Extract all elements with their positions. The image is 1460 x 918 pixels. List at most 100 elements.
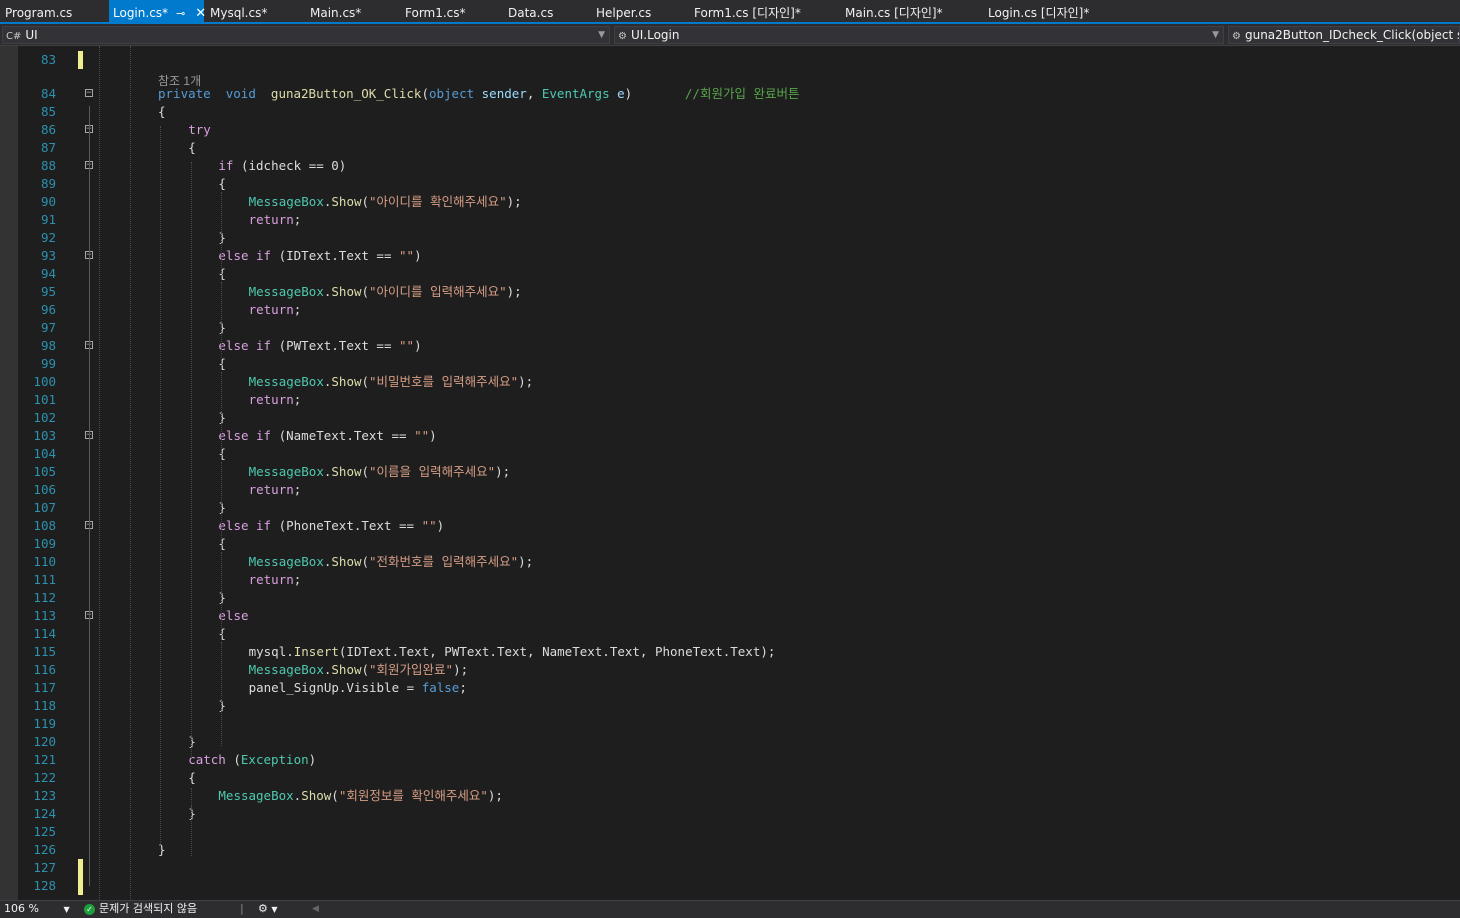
code-line[interactable]: 91 return; <box>0 211 1460 229</box>
line-number: 123 <box>33 788 56 803</box>
member-name: guna2Button_IDcheck_Click(object sender <box>1244 28 1459 42</box>
code-token: ( <box>361 554 370 569</box>
code-token: ) <box>414 338 422 353</box>
code-token: } <box>218 590 226 605</box>
code-line[interactable]: 106 return; <box>0 481 1460 499</box>
code-line[interactable]: 96 return; <box>0 301 1460 319</box>
tab-login-cs[interactable]: Login.cs [디자인]* <box>988 0 1089 22</box>
code-line[interactable]: 99 { <box>0 355 1460 373</box>
line-number: 124 <box>33 806 56 821</box>
tab-helper-cs[interactable]: Helper.cs <box>596 0 651 22</box>
code-line[interactable]: 102} <box>0 409 1460 427</box>
code-line[interactable]: 124} <box>0 805 1460 823</box>
code-line[interactable]: 95 MessageBox.Show("아이디를 입력해주세요"); <box>0 283 1460 301</box>
code-line[interactable]: 90 MessageBox.Show("아이디를 확인해주세요"); <box>0 193 1460 211</box>
code-line[interactable]: 103− else if (NameText.Text == "") <box>0 427 1460 445</box>
class-dropdown[interactable]: ⚙ UI.Login ▼ <box>614 26 1224 44</box>
code-line[interactable]: 118} <box>0 697 1460 715</box>
tab-mysql-cs[interactable]: Mysql.cs* <box>210 0 267 22</box>
code-line[interactable]: 120} <box>0 733 1460 751</box>
code-line[interactable]: 109 { <box>0 535 1460 553</box>
code-line[interactable]: 85 { <box>0 103 1460 121</box>
code-line[interactable]: 92} <box>0 229 1460 247</box>
code-text: MessageBox.Show("이름을 입력해주세요"); <box>249 463 511 481</box>
line-number: 105 <box>33 464 56 479</box>
scroll-left-icon[interactable]: ◀ <box>312 901 319 917</box>
code-line[interactable]: 86− try <box>0 121 1460 139</box>
code-line[interactable]: 117 panel_SignUp.Visible = false; <box>0 679 1460 697</box>
code-token: ; <box>293 392 302 407</box>
tab-form1-cs[interactable]: Form1.cs [디자인]* <box>694 0 801 22</box>
code-token: "이름을 입력해주세요" <box>369 464 496 479</box>
code-text: else if (NameText.Text == "") <box>218 427 436 445</box>
code-line[interactable]: 89 { <box>0 175 1460 193</box>
tab-login-cs[interactable]: Login.cs* ⊸ ✕ <box>109 0 206 22</box>
code-line[interactable]: 110 MessageBox.Show("전화번호를 입력해주세요"); <box>0 553 1460 571</box>
line-number: 121 <box>33 752 56 767</box>
collapse-region-icon[interactable]: − <box>85 89 93 98</box>
unsaved-change-marker <box>78 859 83 877</box>
code-token: else if <box>218 248 272 263</box>
code-token: ); <box>506 284 522 299</box>
code-line[interactable]: 97} <box>0 319 1460 337</box>
code-cleanup-button[interactable]: ⚙ ▼ <box>258 901 278 918</box>
code-text: { <box>218 175 226 193</box>
code-line[interactable]: 112} <box>0 589 1460 607</box>
code-line[interactable]: 84 − private void guna2Button_OK_Click(obj… <box>0 85 1460 103</box>
code-text: catch (Exception) <box>188 751 316 769</box>
code-line[interactable]: 87 { <box>0 139 1460 157</box>
line-number: 89 <box>40 176 56 191</box>
code-text: else if (PhoneText.Text == "") <box>218 517 444 535</box>
code-line[interactable]: 115 mysql.Insert(IDText.Text, PWText.Text… <box>0 643 1460 661</box>
member-dropdown[interactable]: ⚙guna2Button_IDcheck_Click(object sender <box>1228 26 1460 44</box>
code-line[interactable]: 93− else if (IDText.Text == "") <box>0 247 1460 265</box>
code-line[interactable]: 125 <box>0 823 1460 841</box>
code-line[interactable]: 126} <box>0 841 1460 859</box>
zoom-level[interactable]: 106 % ▼ <box>4 901 70 918</box>
code-line[interactable]: 104 { <box>0 445 1460 463</box>
line-number: 99 <box>40 356 56 371</box>
code-line[interactable]: 122 { <box>0 769 1460 787</box>
tab-main-cs[interactable]: Main.cs [디자인]* <box>845 0 943 22</box>
chevron-down-icon: ▼ <box>598 30 605 40</box>
code-token: ; <box>293 212 302 227</box>
code-line[interactable]: 88− if (idcheck == 0) <box>0 157 1460 175</box>
code-line[interactable]: 128 <box>0 877 1460 895</box>
issues-indicator[interactable]: ✓ 문제가 검색되지 않음 <box>84 901 197 917</box>
line-number: 92 <box>40 230 56 245</box>
line-number: 91 <box>40 212 56 227</box>
project-dropdown[interactable]: C# UI ▼ <box>2 26 610 44</box>
code-line[interactable]: 121 catch (Exception) <box>0 751 1460 769</box>
line-number: 87 <box>40 140 56 155</box>
code-editor[interactable]: 참조 1개 83 84− private void guna2Button_OK_Cl… <box>0 46 1460 900</box>
code-line[interactable]: 113− else <box>0 607 1460 625</box>
code-line[interactable]: 98− else if (PWText.Text == "") <box>0 337 1460 355</box>
line-number: 107 <box>33 500 56 515</box>
code-text: return; <box>249 481 302 499</box>
code-token: "비밀번호를 입력해주세요" <box>369 374 519 389</box>
method-icon: ⚙ <box>1232 31 1241 42</box>
code-line[interactable]: 108− else if (PhoneText.Text == "") <box>0 517 1460 535</box>
code-line[interactable]: 94 { <box>0 265 1460 283</box>
tab-main-cs[interactable]: Main.cs* <box>310 0 361 22</box>
tab-label: Program.cs <box>5 6 73 20</box>
tab-data-cs[interactable]: Data.cs <box>508 0 553 22</box>
unsaved-change-marker <box>78 51 83 69</box>
code-line[interactable]: 101 return; <box>0 391 1460 409</box>
code-line[interactable]: 107} <box>0 499 1460 517</box>
code-line[interactable]: 111 return; <box>0 571 1460 589</box>
code-line[interactable]: 127 <box>0 859 1460 877</box>
code-line[interactable]: 83 <box>0 51 1460 69</box>
code-line[interactable]: 105 MessageBox.Show("이름을 입력해주세요"); <box>0 463 1460 481</box>
line-number: 112 <box>33 590 56 605</box>
code-token: { <box>218 176 226 191</box>
code-line[interactable]: 116 MessageBox.Show("회원가입완료"); <box>0 661 1460 679</box>
code-text: return; <box>249 301 302 319</box>
tab-program-cs[interactable]: Program.cs <box>5 0 72 22</box>
tab-form1-cs[interactable]: Form1.cs* <box>405 0 466 22</box>
code-line[interactable]: 119 <box>0 715 1460 733</box>
code-token: ( <box>421 86 429 101</box>
code-line[interactable]: 100 MessageBox.Show("비밀번호를 입력해주세요"); <box>0 373 1460 391</box>
code-line[interactable]: 123 MessageBox.Show("회원정보를 확인해주세요"); <box>0 787 1460 805</box>
code-line[interactable]: 114 { <box>0 625 1460 643</box>
